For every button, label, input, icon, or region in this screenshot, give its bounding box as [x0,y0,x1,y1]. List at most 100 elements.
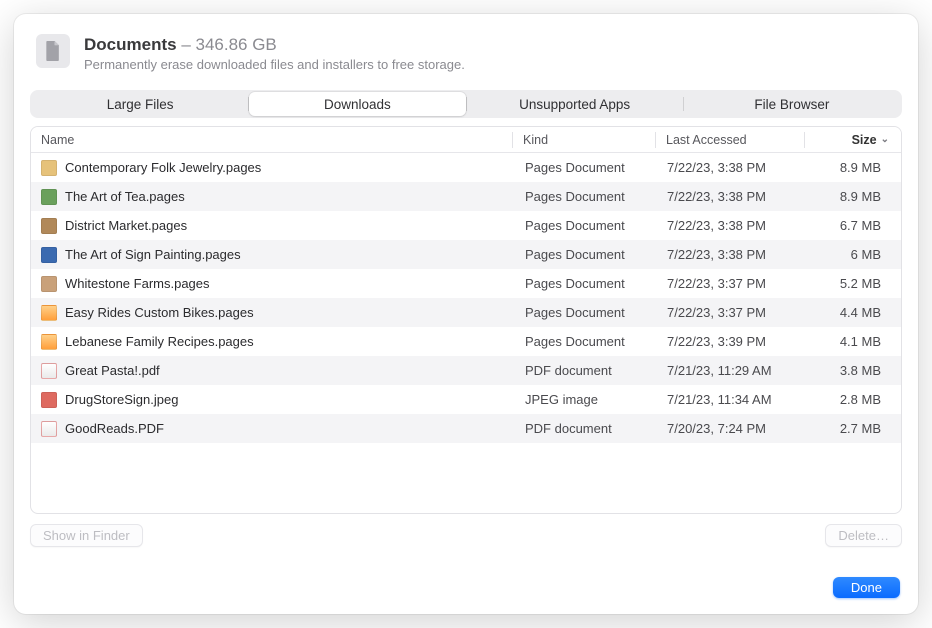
file-name: DrugStoreSign.jpeg [65,392,178,407]
cell-name: Whitestone Farms.pages [31,276,515,292]
tab-label: Large Files [107,97,174,112]
column-header-last-accessed[interactable]: Last Accessed [656,133,804,147]
file-name: Lebanese Family Recipes.pages [65,334,254,349]
segmented-control: Large Files Downloads Unsupported Apps F… [30,90,902,118]
cell-size: 4.4 MB [805,305,901,320]
file-type-icon [41,392,57,408]
tab-label: Downloads [324,97,391,112]
table-row[interactable]: The Art of Sign Painting.pages Pages Docu… [31,240,901,269]
file-type-icon [41,247,57,263]
file-name: District Market.pages [65,218,187,233]
cell-kind: Pages Document [515,276,657,291]
cell-last-accessed: 7/21/23, 11:34 AM [657,392,805,407]
cell-kind: Pages Document [515,218,657,233]
cell-kind: JPEG image [515,392,657,407]
tab-large-files[interactable]: Large Files [32,92,248,116]
cell-name: Easy Rides Custom Bikes.pages [31,305,515,321]
tab-file-browser[interactable]: File Browser [684,92,900,116]
segmented-control-wrap: Large Files Downloads Unsupported Apps F… [14,90,918,126]
cell-size: 8.9 MB [805,189,901,204]
cell-size: 2.7 MB [805,421,901,436]
cell-size: 3.8 MB [805,363,901,378]
file-type-icon [41,218,57,234]
column-header-name[interactable]: Name [31,133,512,147]
file-name: Contemporary Folk Jewelry.pages [65,160,261,175]
cell-last-accessed: 7/22/23, 3:37 PM [657,305,805,320]
column-header-size[interactable]: Size ⌄ [805,133,901,147]
file-type-icon [41,363,57,379]
cell-name: DrugStoreSign.jpeg [31,392,515,408]
file-type-icon [41,305,57,321]
cell-size: 4.1 MB [805,334,901,349]
show-in-finder-button[interactable]: Show in Finder [30,524,143,547]
file-name: The Art of Sign Painting.pages [65,247,241,262]
table-row[interactable]: Great Pasta!.pdf PDF document7/21/23, 11:… [31,356,901,385]
dialog-footer: Done [14,547,918,614]
column-label: Size [852,133,877,147]
table-row[interactable]: Easy Rides Custom Bikes.pages Pages Docum… [31,298,901,327]
header-text: Documents – 346.86 GB Permanently erase … [84,34,465,72]
cell-kind: Pages Document [515,334,657,349]
column-header-kind[interactable]: Kind [513,133,655,147]
column-label: Last Accessed [666,133,747,147]
file-type-icon [41,189,57,205]
table-row[interactable]: Lebanese Family Recipes.pages Pages Docum… [31,327,901,356]
table-row[interactable]: DrugStoreSign.jpeg JPEG image7/21/23, 11:… [31,385,901,414]
table-row[interactable]: The Art of Tea.pages Pages Document7/22/2… [31,182,901,211]
file-name: The Art of Tea.pages [65,189,185,204]
tab-downloads[interactable]: Downloads [249,92,465,116]
column-label: Name [41,133,74,147]
footer-actions: Show in Finder Delete… [14,514,918,547]
table-header: Name Kind Last Accessed Size ⌄ [31,127,901,153]
table-body[interactable]: Contemporary Folk Jewelry.pages Pages Doc… [31,153,901,513]
file-type-icon [41,276,57,292]
cell-name: GoodReads.PDF [31,421,515,437]
cell-size: 8.9 MB [805,160,901,175]
cell-name: District Market.pages [31,218,515,234]
file-type-icon [41,160,57,176]
cell-last-accessed: 7/22/23, 3:38 PM [657,160,805,175]
storage-documents-window: Documents – 346.86 GB Permanently erase … [14,14,918,614]
table-row[interactable]: Contemporary Folk Jewelry.pages Pages Doc… [31,153,901,182]
page-subtitle: Permanently erase downloaded files and i… [84,57,465,72]
tab-label: File Browser [754,97,829,112]
cell-last-accessed: 7/22/23, 3:37 PM [657,276,805,291]
cell-kind: Pages Document [515,189,657,204]
file-name: Easy Rides Custom Bikes.pages [65,305,254,320]
table-row[interactable]: Whitestone Farms.pages Pages Document7/22… [31,269,901,298]
cell-size: 2.8 MB [805,392,901,407]
title-row: Documents – 346.86 GB [84,34,465,55]
tab-label: Unsupported Apps [519,97,630,112]
tab-unsupported-apps[interactable]: Unsupported Apps [467,92,683,116]
cell-kind: Pages Document [515,247,657,262]
cell-name: Contemporary Folk Jewelry.pages [31,160,515,176]
cell-last-accessed: 7/22/23, 3:38 PM [657,247,805,262]
cell-last-accessed: 7/22/23, 3:39 PM [657,334,805,349]
done-button[interactable]: Done [833,577,900,598]
table-row[interactable]: GoodReads.PDFPDF document7/20/23, 7:24 P… [31,414,901,443]
cell-kind: Pages Document [515,305,657,320]
cell-last-accessed: 7/20/23, 7:24 PM [657,421,805,436]
cell-kind: Pages Document [515,160,657,175]
file-name: Whitestone Farms.pages [65,276,210,291]
file-name: Great Pasta!.pdf [65,363,160,378]
cell-size: 5.2 MB [805,276,901,291]
file-name: GoodReads.PDF [65,421,164,436]
file-type-icon [41,334,57,350]
chevron-down-icon: ⌄ [881,134,889,145]
table-row[interactable]: District Market.pages Pages Document7/22/… [31,211,901,240]
cell-size: 6 MB [805,247,901,262]
cell-name: Lebanese Family Recipes.pages [31,334,515,350]
cell-name: The Art of Sign Painting.pages [31,247,515,263]
cell-kind: PDF document [515,363,657,378]
column-label: Kind [523,133,548,147]
cell-last-accessed: 7/22/23, 3:38 PM [657,189,805,204]
cell-last-accessed: 7/21/23, 11:29 AM [657,363,805,378]
cell-last-accessed: 7/22/23, 3:38 PM [657,218,805,233]
documents-category-icon [36,34,70,68]
document-icon [43,40,63,62]
page-title: Documents [84,35,177,54]
header: Documents – 346.86 GB Permanently erase … [14,14,918,90]
delete-button[interactable]: Delete… [825,524,902,547]
cell-size: 6.7 MB [805,218,901,233]
